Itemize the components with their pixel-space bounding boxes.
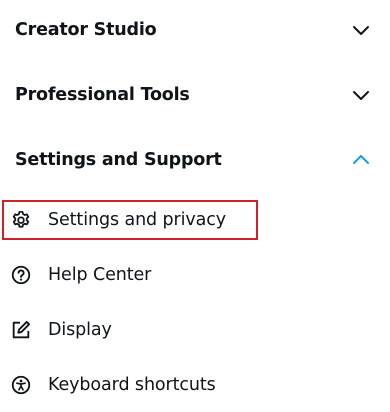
menu-item-label: Help Center	[48, 265, 152, 285]
edit-display-icon	[9, 318, 33, 342]
menu-item-label: Display	[48, 320, 112, 340]
section-professional-tools[interactable]: Professional Tools	[0, 69, 390, 121]
menu-item-display[interactable]: Display	[0, 310, 390, 350]
menu-item-label: Settings and privacy	[48, 210, 227, 230]
menu-item-label: Keyboard shortcuts	[48, 375, 216, 395]
chevron-down-icon	[350, 19, 372, 41]
accessibility-icon	[9, 373, 33, 397]
chevron-up-icon	[350, 149, 372, 171]
chevron-down-icon	[350, 84, 372, 106]
section-label: Settings and Support	[15, 150, 222, 170]
gear-icon	[9, 208, 33, 232]
section-creator-studio[interactable]: Creator Studio	[0, 4, 390, 56]
question-circle-icon	[9, 263, 33, 287]
menu-item-help-center[interactable]: Help Center	[0, 255, 390, 295]
menu-item-settings-and-privacy[interactable]: Settings and privacy	[0, 200, 390, 240]
more-menu: Creator Studio Professional Tools Settin…	[0, 0, 390, 412]
section-label: Creator Studio	[15, 20, 157, 40]
section-settings-and-support[interactable]: Settings and Support	[0, 134, 390, 186]
menu-item-keyboard-shortcuts[interactable]: Keyboard shortcuts	[0, 365, 390, 405]
section-label: Professional Tools	[15, 85, 190, 105]
